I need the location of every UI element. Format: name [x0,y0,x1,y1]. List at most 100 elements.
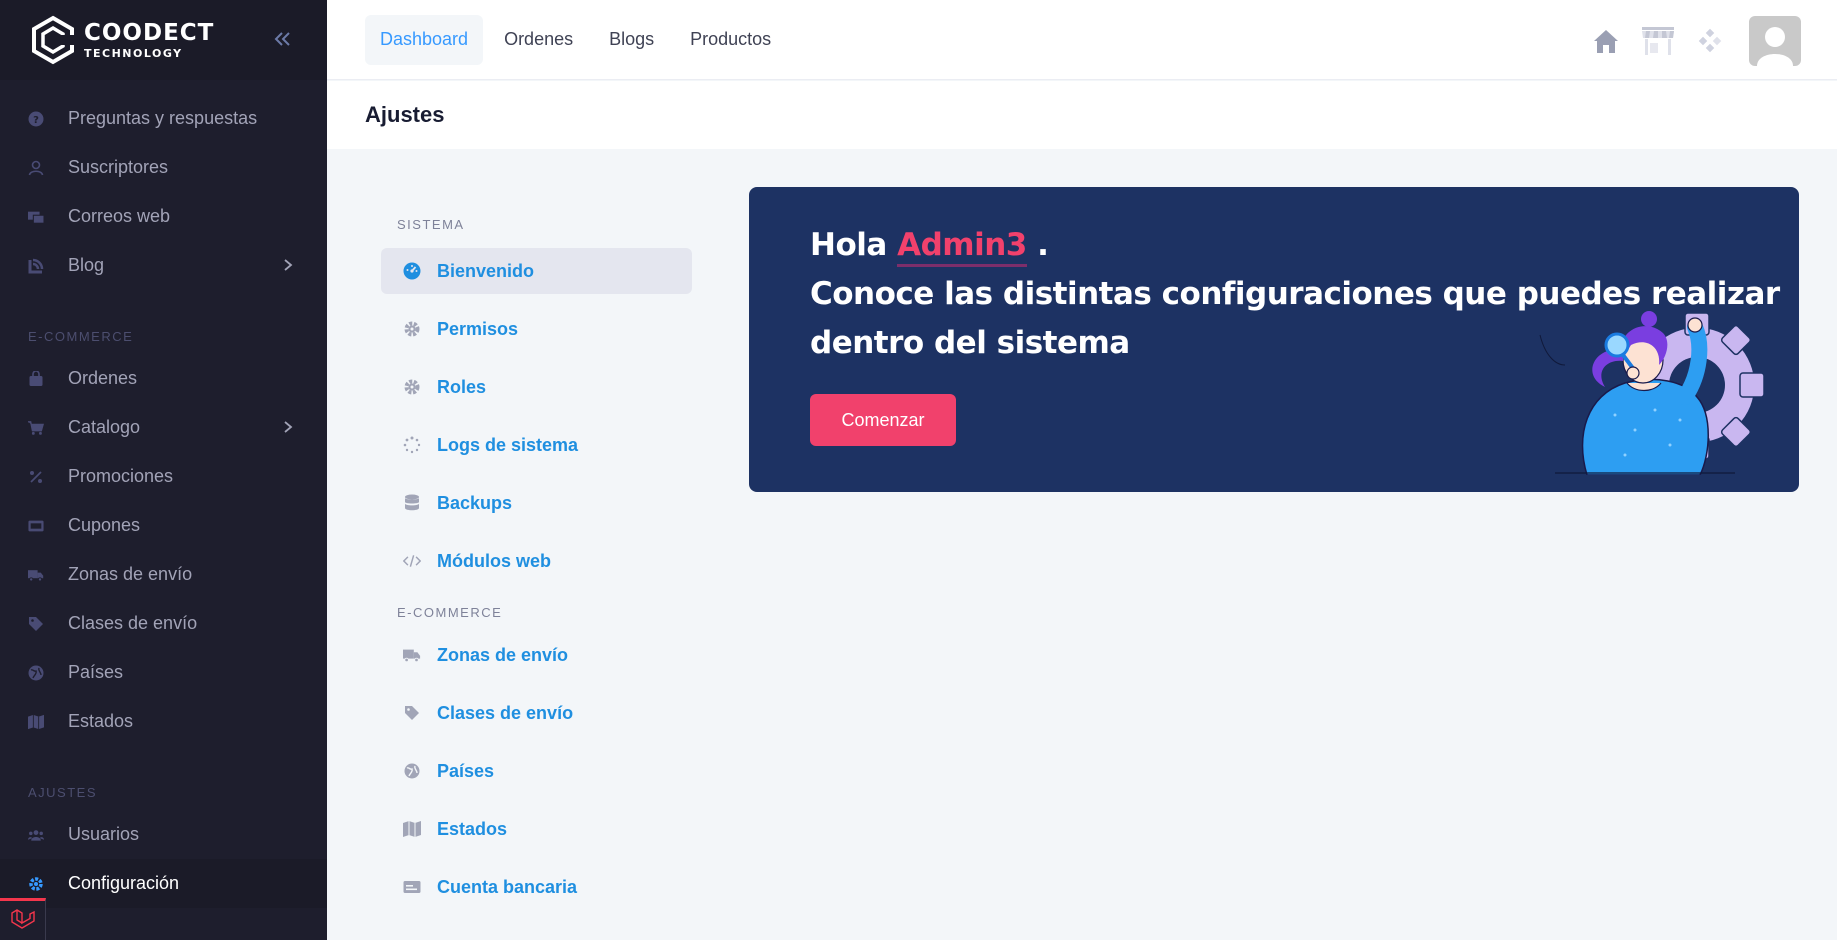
sidebar-item-catalogo[interactable]: Catalogo [0,403,327,452]
sidebar-item-blog[interactable]: Blog [0,241,327,290]
tag-icon [28,616,44,632]
chevron-right-icon [281,420,295,434]
coupon-icon [28,518,44,534]
sidebar-item-clases-envio[interactable]: Clases de envío [0,599,327,648]
welcome-username: Admin3 [897,227,1027,267]
truck-icon [403,646,421,664]
shopping-bag-icon [28,370,44,387]
brand-subtitle: TECHNOLOGY [84,46,183,60]
truck-icon [28,567,44,583]
sidebar-item-usuarios[interactable]: Usuarios [0,810,327,859]
globe-icon [28,665,44,681]
percent-icon [28,469,44,485]
settings-item-label: Estados [437,818,508,839]
collapse-sidebar-button[interactable] [271,28,293,50]
welcome-card: Hola Admin3 . Conoce las distintas confi… [749,187,1799,492]
tag-icon [403,704,421,722]
sidebar-item-label: Blog [68,255,105,275]
settings-item-modulos-web[interactable]: Módulos web [381,538,692,584]
apps-button[interactable] [1685,16,1735,66]
settings-item-label: Permisos [437,318,519,339]
topbar: Dashboard Ordenes Blogs Productos [327,0,1837,80]
sidebar-item-configuracion[interactable]: Configuración [0,859,327,908]
store-icon [1642,27,1674,55]
settings-item-label: Países [437,760,495,781]
settings-nav: SISTEMA Bienvenido Permisos Roles Logs d… [381,200,692,922]
settings-item-logs[interactable]: Logs de sistema [381,422,692,468]
brand-text: COODECT TECHNOLOGY [84,21,214,60]
woman-gear-illustration [1539,311,1765,475]
settings-item-zonas-envio[interactable]: Zonas de envío [381,632,692,678]
sidebar-item-label: Catalogo [68,417,141,437]
subheader: Ajustes [327,81,1837,149]
welcome-dot: . [1037,227,1049,263]
settings-item-paises[interactable]: Países [381,748,692,794]
sidebar-item-label: Configuración [68,873,180,893]
settings-item-permisos[interactable]: Permisos [381,306,692,352]
tab-productos[interactable]: Productos [675,15,786,65]
settings-item-estados[interactable]: Estados [381,806,692,852]
database-icon [403,494,421,512]
home-button[interactable] [1581,16,1631,66]
welcome-greeting: Hola [810,227,887,263]
settings-item-clases-envio[interactable]: Clases de envío [381,690,692,736]
laravel-debugbar-toggle[interactable] [0,898,46,940]
sidebar-item-estados[interactable]: Estados [0,697,327,746]
dashboard-icon [403,262,421,280]
settings-item-label: Módulos web [437,550,551,571]
sidebar-item-zonas-envio[interactable]: Zonas de envío [0,550,327,599]
sidebar-section-ecommerce: E-COMMERCE [28,329,134,344]
settings-section-ecommerce: E-COMMERCE [397,604,503,620]
brand-logo[interactable]: COODECT TECHNOLOGY [28,15,214,65]
map-icon [28,714,44,730]
home-icon [1594,30,1618,53]
sidebar-item-promociones[interactable]: Promociones [0,452,327,501]
brand-header: COODECT TECHNOLOGY [0,0,327,80]
code-icon [403,552,421,570]
sidebar-section-ajustes: AJUSTES [28,785,98,800]
users-icon [28,827,44,843]
settings-item-label: Backups [437,492,513,513]
sidebar-item-ordenes[interactable]: Ordenes [0,354,327,403]
tab-blogs[interactable]: Blogs [594,15,669,65]
svg-text:?: ? [33,115,39,126]
settings-item-label: Roles [437,376,487,397]
settings-item-roles[interactable]: Roles [381,364,692,410]
sidebar-item-label: Ordenes [68,368,138,388]
tab-dashboard[interactable]: Dashboard [365,14,484,65]
sidebar-item-cupones[interactable]: Cupones [0,501,327,550]
settings-section-sistema: SISTEMA [397,216,465,232]
cart-icon [28,420,44,436]
settings-item-cuenta-bancaria[interactable]: Cuenta bancaria [381,864,692,910]
sidebar: COODECT TECHNOLOGY ? Preguntas y respues… [0,0,327,940]
sidebar-item-suscriptores[interactable]: Suscriptores [0,143,327,192]
sidebar-item-label: Suscriptores [68,157,169,177]
avatar-placeholder-icon [1757,27,1793,66]
sidebar-item-label: Zonas de envío [68,564,193,584]
sidebar-item-preguntas[interactable]: ? Preguntas y respuestas [0,94,327,143]
comenzar-button[interactable]: Comenzar [810,394,956,446]
sidebar-item-label: Usuarios [68,824,140,844]
sidebar-item-correos[interactable]: Correos web [0,192,327,241]
page-title: Ajustes [365,102,445,127]
sidebar-item-label: Estados [68,711,134,731]
gear-icon [28,876,44,892]
map-icon [403,820,421,838]
apps-icon [1698,28,1722,53]
mail-icon [28,209,44,225]
coodect-logo-icon [32,15,74,65]
tab-ordenes[interactable]: Ordenes [489,15,588,65]
store-button[interactable] [1633,16,1683,66]
sidebar-item-label: Correos web [68,206,171,226]
settings-item-label: Clases de envío [437,702,574,723]
credit-card-icon [403,878,421,896]
settings-item-bienvenido[interactable]: Bienvenido [381,248,692,294]
globe-icon [403,762,421,780]
user-icon [28,160,44,176]
settings-item-backups[interactable]: Backups [381,480,692,526]
spinner-icon [403,436,421,454]
question-circle-icon: ? [28,111,44,127]
sidebar-item-label: Promociones [68,466,174,486]
user-avatar[interactable] [1749,16,1801,66]
sidebar-item-paises[interactable]: Países [0,648,327,697]
